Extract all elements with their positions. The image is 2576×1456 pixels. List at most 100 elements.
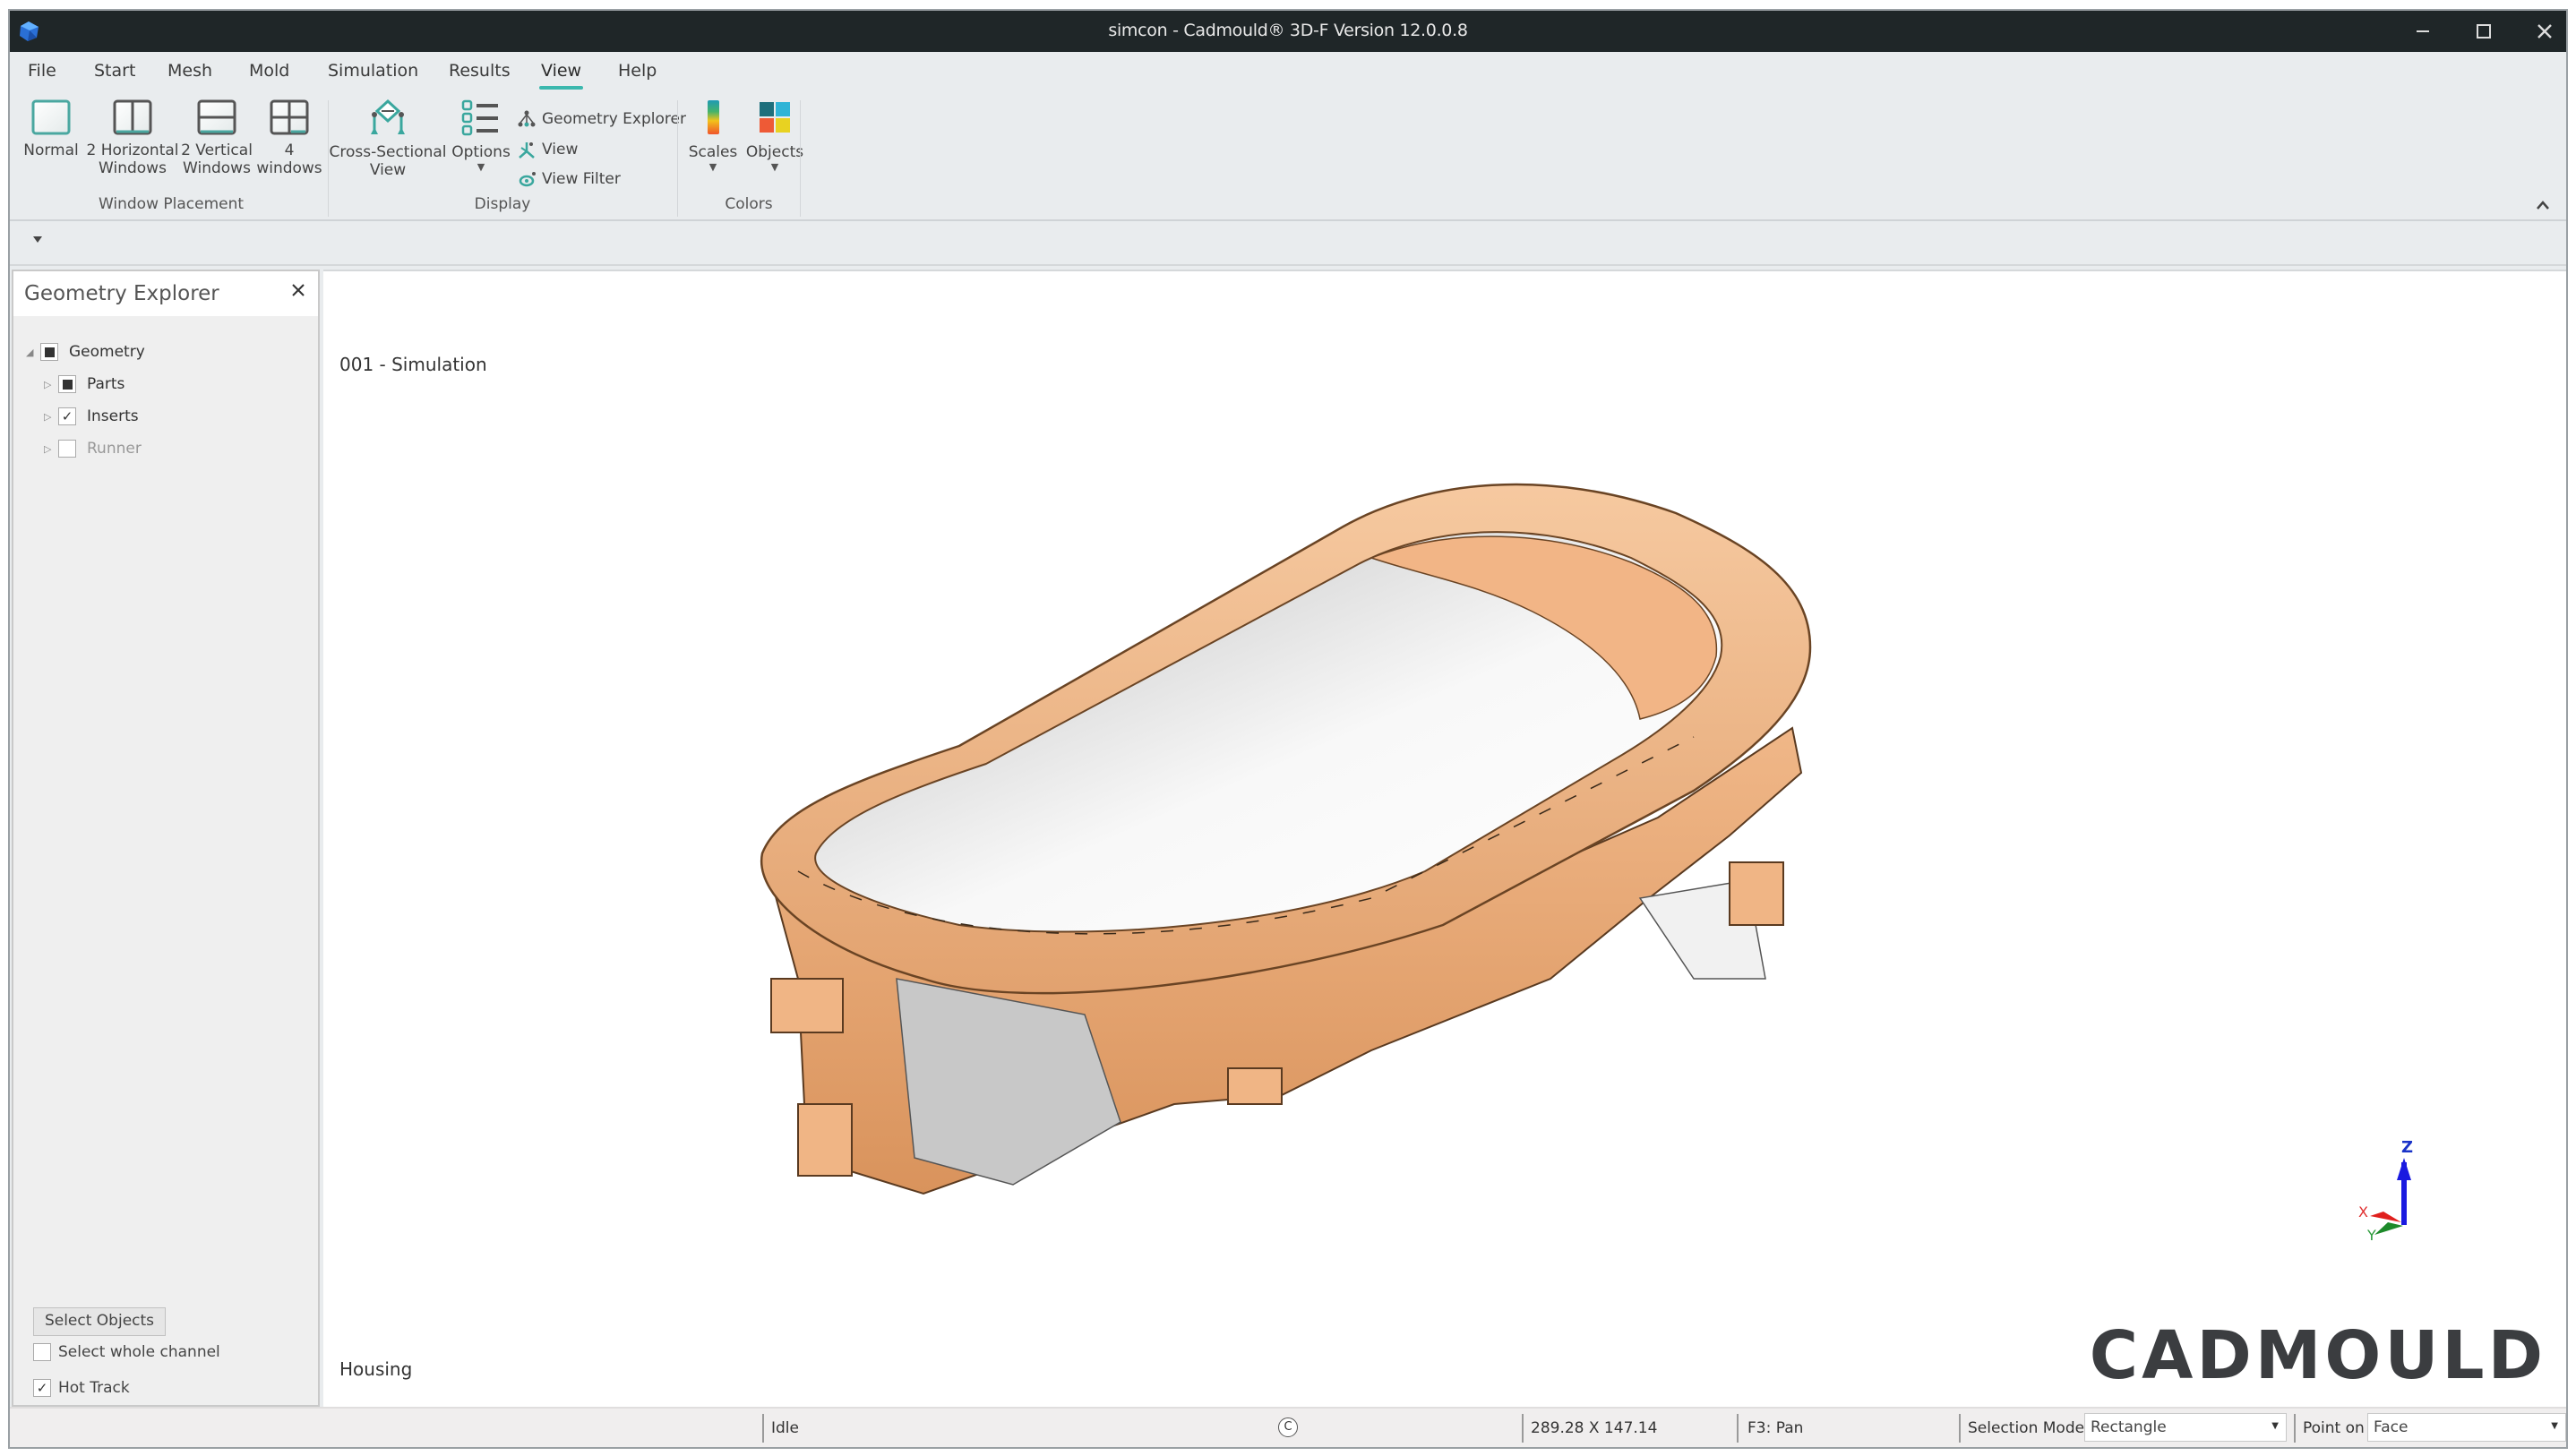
tab-mesh[interactable]: Mesh [167, 61, 212, 81]
collapse-triangle-icon[interactable]: ◢ [26, 347, 40, 358]
single-window-icon [31, 99, 71, 135]
view-label: View [542, 141, 579, 158]
title-bar: simcon - Cadmould® 3D-F Version 12.0.0.8 [10, 11, 2566, 52]
status-separator [1959, 1414, 1961, 1443]
normal-layout-label: Normal [23, 141, 79, 159]
clip [1729, 861, 1784, 926]
axis-label-z: Z [2401, 1140, 2413, 1157]
cross-sectional-view-label-1: Cross-Sectional [329, 143, 447, 161]
quick-access-toolbar [10, 223, 2566, 266]
status-bar: Idle C 289.28 X 147.14 F3: Pan Selection… [10, 1407, 2566, 1447]
expand-triangle-icon[interactable]: ▷ [44, 411, 58, 423]
window-title: simcon - Cadmould® 3D-F Version 12.0.0.8 [1108, 21, 1468, 40]
eye-filter-icon [519, 172, 536, 187]
tree-item-runner[interactable]: ▷ Runner [44, 437, 142, 460]
four-windows-icon [270, 99, 309, 135]
minimize-button[interactable] [2392, 11, 2453, 52]
clip [1227, 1067, 1283, 1105]
options-dropdown-button[interactable]: Options ▼ [445, 98, 517, 174]
status-separator [1522, 1414, 1524, 1443]
status-separator [1737, 1414, 1739, 1443]
select-objects-button[interactable]: Select Objects [33, 1307, 166, 1336]
mouse-mode-hint: F3: Pan [1747, 1419, 1804, 1437]
two-horizontal-windows-label-2: Windows [99, 159, 167, 177]
runner-checkbox[interactable] [58, 440, 76, 458]
hot-track-option[interactable]: Hot Track [33, 1379, 130, 1397]
two-vertical-windows-button[interactable]: 2 Vertical Windows [176, 98, 257, 177]
parts-checkbox[interactable] [58, 375, 76, 393]
tree-item-label: Parts [87, 375, 125, 393]
window-placement-group-label: Window Placement [98, 195, 245, 213]
selection-mode-value: Rectangle [2091, 1418, 2167, 1436]
tab-mold[interactable]: Mold [249, 61, 289, 81]
two-horizontal-windows-button[interactable]: 2 Horizontal Windows [83, 98, 182, 177]
select-whole-channel-checkbox[interactable] [33, 1343, 51, 1361]
chevron-down-icon: ▼ [477, 161, 485, 173]
refresh-icon[interactable]: C [1278, 1417, 1298, 1437]
four-windows-button[interactable]: 4 windows [253, 98, 325, 177]
expand-triangle-icon[interactable]: ▷ [44, 443, 58, 455]
geometry-explorer-title: Geometry Explorer [24, 282, 219, 305]
tree-item-geometry[interactable]: ◢ Geometry [26, 340, 145, 364]
tab-results[interactable]: Results [449, 61, 511, 81]
ribbon-group-separator [677, 100, 678, 217]
geometry-explorer-label: Geometry Explorer [542, 110, 686, 128]
close-panel-button[interactable] [291, 280, 305, 303]
object-colors-icon [760, 102, 790, 133]
chevron-down-icon [33, 236, 42, 243]
tree-item-parts[interactable]: ▷ Parts [44, 373, 125, 396]
menu-bar: File Start Mesh Mold Simulation Results … [10, 52, 2566, 91]
scales-dropdown-button[interactable]: Scales ▼ [682, 98, 744, 174]
colors-group-label: Colors [725, 195, 773, 213]
scales-label: Scales [688, 143, 738, 161]
inserts-checkbox[interactable] [58, 407, 76, 425]
geometry-checkbox[interactable] [40, 343, 58, 361]
expand-triangle-icon[interactable]: ▷ [44, 379, 58, 390]
chevron-down-icon: ▼ [708, 161, 717, 173]
model-dimensions: 289.28 X 147.14 [1531, 1419, 1658, 1437]
tree-item-label: Inserts [87, 407, 139, 425]
chevron-down-icon: ▼ [2271, 1421, 2279, 1431]
geometry-explorer-button[interactable]: Geometry Explorer [517, 109, 686, 129]
cross-sectional-view-button[interactable]: Cross-Sectional View [327, 98, 449, 179]
tab-file[interactable]: File [28, 61, 56, 81]
hot-track-checkbox[interactable] [33, 1379, 51, 1397]
selection-mode-dropdown[interactable]: Rectangle ▼ [2084, 1413, 2287, 1442]
color-scale-icon [708, 100, 719, 134]
ribbon: Normal 2 Horizontal Windows 2 Vertical W… [10, 91, 2566, 221]
tree-item-inserts[interactable]: ▷ Inserts [44, 405, 139, 428]
housing-3d-model[interactable] [744, 477, 1980, 1220]
maximize-button[interactable] [2453, 11, 2514, 52]
minimize-icon [2417, 30, 2429, 32]
objects-dropdown-button[interactable]: Objects ▼ [741, 98, 809, 174]
cross-sectional-view-label-2: View [369, 161, 407, 179]
customize-toolbar-dropdown[interactable] [31, 234, 44, 248]
tab-view[interactable]: View [538, 61, 584, 90]
tab-start[interactable]: Start [94, 61, 135, 81]
four-windows-label-2: windows [256, 159, 322, 177]
maximize-icon [2477, 24, 2491, 39]
cross-section-icon [371, 98, 405, 134]
view-button[interactable]: View [517, 140, 578, 159]
collapse-ribbon-button[interactable] [2536, 197, 2550, 214]
display-group-label: Display [474, 195, 531, 213]
3d-viewport[interactable]: 001 - Simulation Housing Z X Y CADMOULD [323, 270, 2566, 1407]
status-separator [2294, 1414, 2296, 1443]
tree-item-label: Geometry [69, 343, 145, 361]
tab-help[interactable]: Help [618, 61, 657, 81]
clip [770, 978, 844, 1033]
status-text: Idle [771, 1419, 799, 1437]
hierarchy-icon [518, 110, 536, 127]
two-vertical-windows-label-2: Windows [183, 159, 251, 177]
orientation-axes-triad: Z X Y [2358, 1140, 2413, 1244]
options-label: Options [451, 143, 511, 161]
point-on-value: Face [2374, 1418, 2409, 1436]
close-button[interactable] [2514, 11, 2575, 52]
select-whole-channel-option[interactable]: Select whole channel [33, 1343, 220, 1361]
two-vertical-windows-label-1: 2 Vertical [181, 141, 253, 159]
view-filter-button[interactable]: View Filter [519, 170, 621, 188]
tab-simulation[interactable]: Simulation [328, 61, 418, 81]
view-filter-label: View Filter [542, 170, 621, 188]
point-on-dropdown[interactable]: Face ▼ [2367, 1413, 2566, 1442]
normal-layout-button[interactable]: Normal [15, 98, 87, 159]
